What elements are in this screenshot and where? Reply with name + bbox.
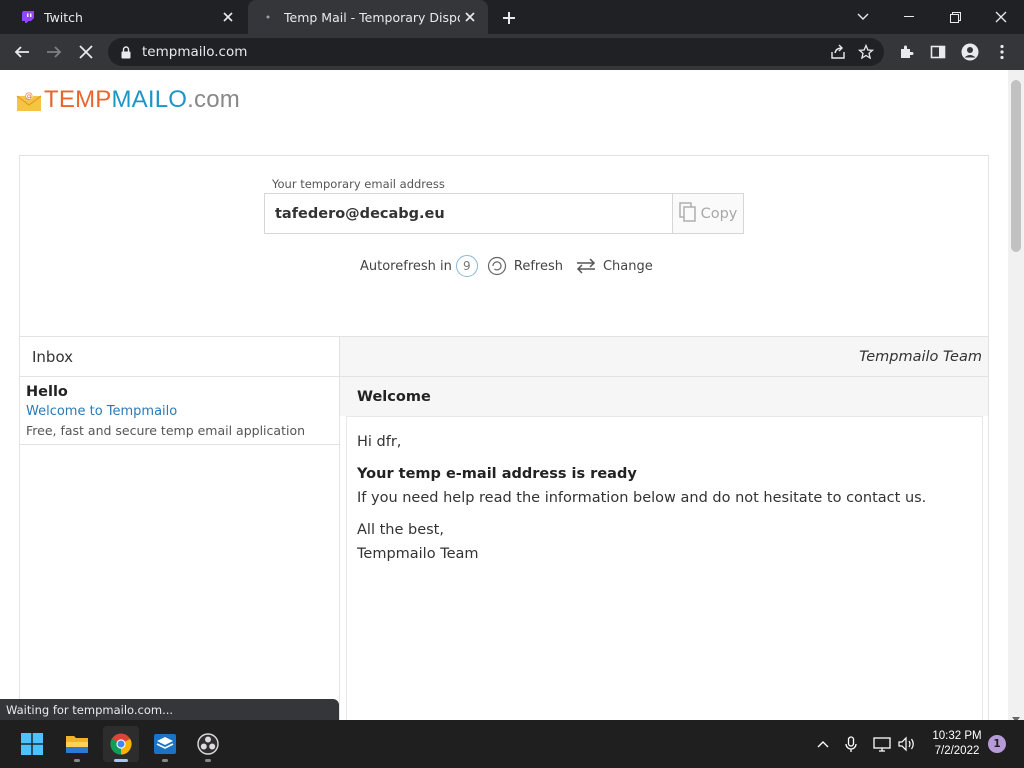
obs-app[interactable] <box>190 726 226 762</box>
list-item[interactable]: Hello Welcome to Tempmailo Free, fast an… <box>20 377 339 445</box>
page-scrollbar[interactable] <box>1008 70 1024 722</box>
browser-tab-strip: Twitch Temp Mail - Temporary Disposab <box>0 0 1024 34</box>
extensions-icon[interactable] <box>892 38 920 66</box>
body-line: If you need help read the information be… <box>357 490 927 506</box>
body-heading-text: Your temp e-mail address is ready <box>357 466 637 482</box>
close-tab-icon[interactable] <box>218 7 238 27</box>
share-icon[interactable] <box>824 38 852 66</box>
tab-title: Temp Mail - Temporary Disposab <box>284 9 460 25</box>
refresh-icon[interactable] <box>486 255 508 277</box>
stop-loading-icon[interactable] <box>72 38 100 66</box>
notification-badge[interactable]: 1 <box>988 735 1006 753</box>
forward-icon[interactable] <box>40 38 68 66</box>
email-address-value[interactable]: tafedero@decabg.eu <box>265 194 672 233</box>
mail-app-icon <box>154 734 176 754</box>
autorefresh-label: Autorefresh in <box>360 258 452 274</box>
message-from: Hello <box>26 384 68 400</box>
logo-part-mailo: MAILO <box>111 86 188 113</box>
copy-button[interactable]: Copy <box>672 194 743 233</box>
app-indicator <box>162 759 168 762</box>
mail-card: Your temporary email address tafedero@de… <box>19 155 989 720</box>
windows-taskbar: 10:32 PM 7/2/2022 1 <box>0 720 1024 768</box>
windows-logo-icon <box>21 733 43 755</box>
signoff-line-1: All the best, <box>357 522 444 538</box>
url-text[interactable]: tempmailo.com <box>142 44 824 60</box>
clock-date: 7/2/2022 <box>934 745 980 757</box>
loading-dot-icon <box>260 9 276 25</box>
open-message-subject: Welcome <box>340 377 988 416</box>
page-content: @ TEMP MAILO .com Your temporary email add… <box>0 70 1008 720</box>
scroll-thumb[interactable] <box>1011 80 1021 252</box>
tray-chevron-up-icon[interactable] <box>811 732 835 756</box>
bookmark-star-icon[interactable] <box>852 38 880 66</box>
site-logo[interactable]: @ TEMP MAILO .com <box>16 86 240 114</box>
kebab-menu-icon[interactable] <box>988 38 1016 66</box>
app-indicator <box>205 759 211 762</box>
browser-toolbar: tempmailo.com <box>0 34 1024 70</box>
body-heading: Your temp e-mail address is ready <box>357 462 972 486</box>
svg-text:@: @ <box>25 91 33 100</box>
tab-twitch[interactable]: Twitch <box>8 0 246 34</box>
address-bar[interactable]: tempmailo.com <box>108 38 884 66</box>
signoff-line-2: Tempmailo Team <box>357 546 479 562</box>
action-bar: Autorefresh in 9 Refresh Change <box>360 255 653 277</box>
store-app[interactable] <box>147 726 183 762</box>
message-sender-header: Tempmailo Team <box>340 336 988 377</box>
logo-part-temp: TEMP <box>44 86 112 113</box>
tab-temp-mail[interactable]: Temp Mail - Temporary Disposab <box>248 0 488 34</box>
copy-label: Copy <box>700 205 738 222</box>
message-preview: Free, fast and secure temp email applica… <box>26 423 306 438</box>
change-button[interactable]: Change <box>603 259 653 274</box>
message-body: Hi dfr, Your temp e-mail address is read… <box>346 416 983 720</box>
file-explorer-app[interactable] <box>59 726 95 762</box>
address-label: Your temporary email address <box>272 177 445 191</box>
volume-icon[interactable] <box>895 732 919 756</box>
close-window-icon[interactable] <box>978 0 1024 34</box>
restore-icon[interactable] <box>932 0 978 34</box>
status-text: Waiting for tempmailo.com... <box>6 702 174 717</box>
app-indicator <box>114 759 128 762</box>
side-panel-icon[interactable] <box>924 38 952 66</box>
minimize-icon[interactable] <box>886 0 932 34</box>
obs-icon <box>197 733 219 755</box>
profile-icon[interactable] <box>956 38 984 66</box>
close-tab-icon[interactable] <box>460 7 480 27</box>
change-arrows-icon[interactable] <box>575 255 597 277</box>
autorefresh-countdown: 9 <box>455 255 478 277</box>
twitch-icon <box>20 9 36 25</box>
subject-text: Welcome <box>357 388 431 405</box>
inbox-title: Inbox <box>32 347 74 366</box>
clock-time: 10:32 PM <box>932 730 982 742</box>
chrome-icon <box>110 733 132 755</box>
app-indicator <box>74 759 80 762</box>
sender-name: Tempmailo Team <box>859 348 982 365</box>
copy-icon <box>678 201 697 226</box>
logo-part-com: .com <box>187 86 240 113</box>
envelope-icon: @ <box>16 90 42 111</box>
new-tab-button[interactable] <box>498 7 520 29</box>
back-icon[interactable] <box>8 38 36 66</box>
greeting: Hi dfr, <box>357 434 402 450</box>
chrome-app[interactable] <box>103 726 139 762</box>
browser-status-bubble: Waiting for tempmailo.com... <box>0 699 339 720</box>
refresh-button[interactable]: Refresh <box>514 259 563 274</box>
network-icon[interactable] <box>870 732 894 756</box>
folder-icon <box>66 736 88 753</box>
tab-title: Twitch <box>44 9 83 25</box>
inbox-header: Inbox <box>20 336 340 377</box>
lock-icon[interactable] <box>120 45 132 59</box>
inbox-list: Hello Welcome to Tempmailo Free, fast an… <box>20 377 340 720</box>
email-address-field[interactable]: tafedero@decabg.eu Copy <box>264 193 744 234</box>
tab-search-chevron-icon[interactable] <box>840 0 886 34</box>
system-clock[interactable]: 10:32 PM 7/2/2022 <box>925 729 989 759</box>
microphone-icon[interactable] <box>839 732 863 756</box>
message-subject[interactable]: Welcome to Tempmailo <box>26 402 339 422</box>
start-button[interactable] <box>14 726 50 762</box>
